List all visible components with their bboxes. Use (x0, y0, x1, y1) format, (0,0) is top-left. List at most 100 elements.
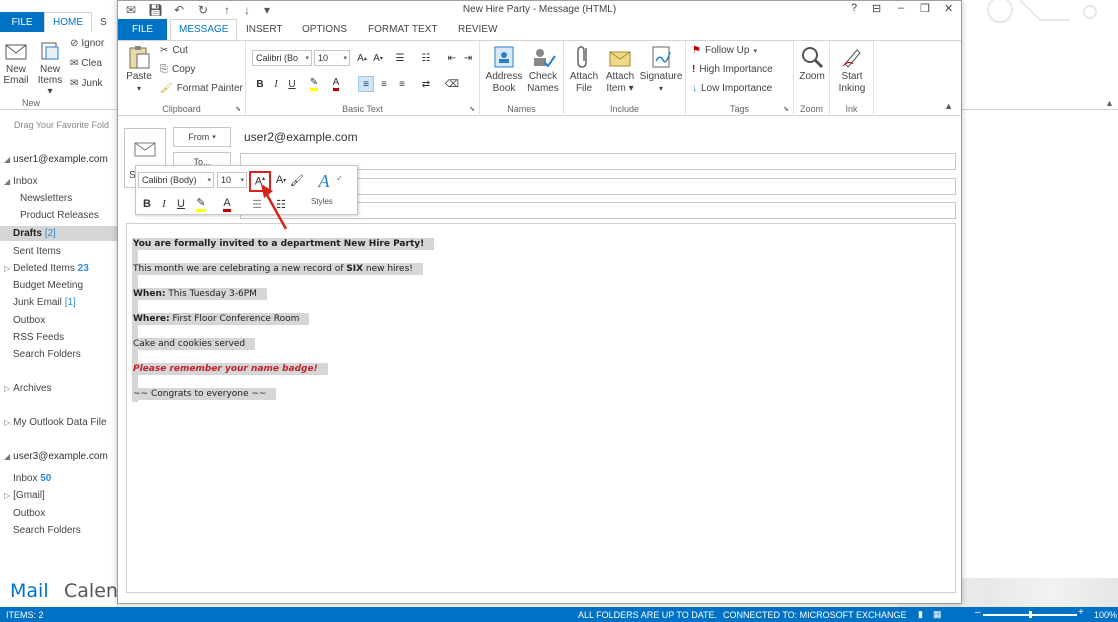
zoom-level[interactable]: 100% (1094, 610, 1117, 620)
mini-italic-icon[interactable]: I (157, 196, 171, 212)
folder-search-folders[interactable]: Search Folders (13, 349, 81, 360)
folder-newsletters[interactable]: Newsletters (20, 193, 72, 204)
folder-gmail[interactable]: ▷ [Gmail] (4, 490, 45, 501)
tab-review[interactable]: REVIEW (450, 19, 505, 40)
address-book-button[interactable]: Address Book (484, 44, 524, 95)
folder-search-folders-user3[interactable]: Search Folders (13, 525, 81, 536)
paste-button[interactable]: Paste ▾ (122, 44, 156, 95)
numbering-icon[interactable]: ☷ (418, 50, 434, 66)
folder-rss-feeds[interactable]: RSS Feeds (13, 332, 64, 343)
font-size-combo[interactable]: 10 ▾ (314, 50, 350, 66)
folder-my-outlook-data-file[interactable]: ▷ My Outlook Data File (4, 417, 107, 428)
minimize-icon[interactable]: – (898, 2, 904, 14)
folder-junk-email[interactable]: Junk Email [1] (13, 297, 76, 308)
from-button[interactable]: From ▾ (173, 127, 231, 147)
mini-font-name-combo[interactable]: Calibri (Body) ▾ (138, 172, 214, 188)
tab-insert[interactable]: INSERT (238, 19, 291, 40)
low-importance-button[interactable]: ↓ Low Importance (692, 83, 772, 94)
main-tab-file[interactable]: FILE (0, 12, 44, 32)
font-name-combo[interactable]: Calibri (Bo ▾ (252, 50, 312, 66)
bold-icon[interactable]: B (252, 76, 268, 92)
start-inking-button[interactable]: Start Inking (834, 44, 870, 95)
decrease-indent-icon[interactable]: ⇤ (444, 50, 460, 66)
folder-archives[interactable]: ▷ Archives (4, 383, 52, 394)
clear-formatting-icon[interactable]: ⌫ (444, 76, 460, 92)
align-left-icon[interactable]: ≡ (358, 76, 374, 92)
tab-file[interactable]: FILE (118, 19, 167, 40)
clean-up-button[interactable]: ✉ Clea (70, 58, 102, 69)
help-icon[interactable]: ? (851, 2, 857, 14)
folder-drafts[interactable]: Drafts [2] (0, 226, 118, 241)
body-text: This month we are celebrating a new reco… (133, 264, 347, 274)
zoom-button[interactable]: Zoom (796, 44, 828, 83)
attach-file-button[interactable]: Attach File (566, 44, 602, 95)
new-items-button[interactable]: New Items ▾ (34, 40, 66, 97)
signature-button[interactable]: Signature ▾ (638, 44, 684, 95)
cut-button[interactable]: ✂ Cut (160, 45, 188, 56)
zoom-slider-thumb[interactable] (1029, 611, 1032, 618)
increase-indent-icon[interactable]: ⇥ (460, 50, 476, 66)
dialog-launcher-icon[interactable]: ⬊ (235, 105, 241, 113)
mini-underline-icon[interactable]: U (174, 196, 188, 212)
nav-calendar[interactable]: Calen (64, 580, 118, 602)
folder-budget-meeting[interactable]: Budget Meeting (13, 280, 83, 291)
mini-bold-icon[interactable]: B (140, 196, 154, 212)
tab-options[interactable]: OPTIONS (294, 19, 355, 40)
message-body[interactable]: You are formally invited to a department… (126, 223, 956, 593)
check-names-button[interactable]: Check Names (524, 44, 562, 95)
folder-product-releases[interactable]: Product Releases (20, 210, 99, 221)
folder-inbox[interactable]: ◢ Inbox (4, 176, 38, 187)
mini-highlight-icon[interactable]: ✎ (194, 196, 208, 212)
italic-icon[interactable]: I (268, 76, 284, 92)
junk-button[interactable]: ✉ Junk (70, 78, 103, 89)
tab-message[interactable]: MESSAGE (170, 19, 238, 40)
copy-button[interactable]: ⎘ Copy (160, 64, 195, 75)
account-user1[interactable]: ◢ user1@example.com (4, 154, 108, 165)
paste-label: Paste (126, 71, 152, 82)
collapse-ribbon-icon[interactable]: ▲ (1105, 98, 1114, 108)
main-tab-send[interactable]: S (92, 12, 115, 32)
format-painter-button[interactable]: 🖌︎ Format Painter (160, 83, 243, 94)
folder-outbox-user3[interactable]: Outbox (13, 508, 45, 519)
follow-up-button[interactable]: ⚑ Follow Up ▾ (692, 45, 757, 56)
zoom-out-icon[interactable]: – (975, 607, 981, 618)
styles-icon[interactable]: A (312, 170, 336, 192)
bullets-icon[interactable]: ☰ (392, 50, 408, 66)
align-center-icon[interactable]: ≡ (376, 76, 392, 92)
collapse-ribbon-icon[interactable]: ▲ (944, 101, 953, 111)
tab-format-text[interactable]: FORMAT TEXT (360, 19, 445, 40)
font-color-icon[interactable]: A (328, 76, 344, 92)
folder-deleted-items[interactable]: ▷ Deleted Items 23 (4, 263, 89, 274)
mini-font-color-icon[interactable]: A (220, 196, 234, 212)
zoom-in-icon[interactable]: + (1078, 607, 1084, 618)
main-tab-home[interactable]: HOME (44, 12, 92, 32)
nav-mail[interactable]: Mail (10, 580, 49, 602)
folder-sent-items[interactable]: Sent Items (13, 246, 61, 257)
account-user3[interactable]: ◢ user3@example.com (4, 451, 108, 462)
attach-item-button[interactable]: Attach Item ▾ (602, 44, 638, 95)
styles-dropdown-icon[interactable]: ✓ (336, 174, 343, 183)
cut-label: Cut (172, 45, 188, 56)
reading-view-icon[interactable]: ▦ (933, 609, 942, 620)
align-right-icon[interactable]: ≡ (394, 76, 410, 92)
close-icon[interactable]: ✕ (944, 2, 953, 15)
high-importance-button[interactable]: ! High Importance (692, 64, 773, 75)
folder-outbox[interactable]: Outbox (13, 315, 45, 326)
ignore-button[interactable]: ⊘ Ignor (70, 38, 104, 49)
highlight-icon[interactable]: ✎ (306, 76, 322, 92)
zoom-slider[interactable]: – + (975, 607, 1085, 618)
normal-view-icon[interactable]: ▮ (918, 609, 923, 620)
dialog-launcher-icon[interactable]: ⬊ (469, 105, 475, 113)
folder-inbox-user3[interactable]: Inbox 50 (13, 473, 51, 484)
format-painter-icon[interactable]: 🖌︎ (290, 172, 304, 188)
collapse-arrow-icon: ◢ (4, 452, 11, 461)
ribbon-display-icon[interactable]: ⊟ (872, 2, 881, 15)
ltr-icon[interactable]: ⇄ (418, 76, 434, 92)
grow-font-icon[interactable]: A ▴ (354, 50, 370, 66)
dialog-launcher-icon[interactable]: ⬊ (783, 105, 789, 113)
shrink-font-icon[interactable]: A ▾ (370, 50, 386, 66)
underline-icon[interactable]: U (284, 76, 300, 92)
restore-icon[interactable]: ❐ (920, 2, 930, 15)
mini-font-size-combo[interactable]: 10 ▾ (217, 172, 247, 188)
new-email-button[interactable]: New Email (2, 40, 30, 86)
